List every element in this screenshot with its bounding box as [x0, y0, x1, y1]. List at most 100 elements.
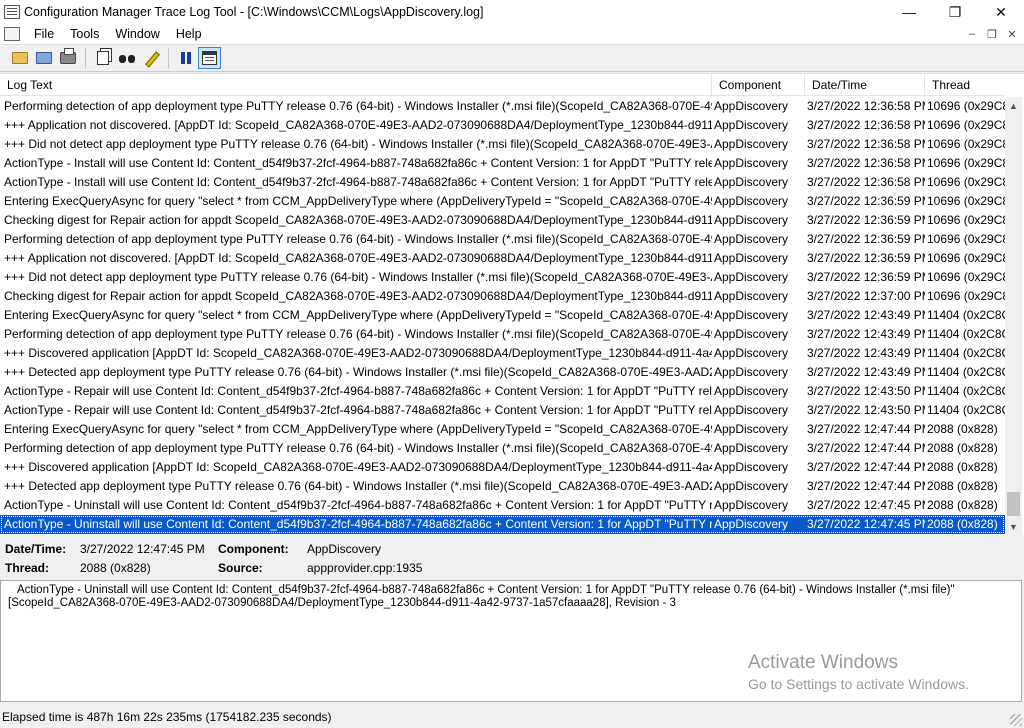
thread-cell: 10696 (0x29C8) [927, 251, 1005, 265]
open-button[interactable] [8, 47, 31, 69]
show-details-button[interactable] [198, 47, 221, 69]
log-text-cell: Entering ExecQueryAsync for query "selec… [4, 194, 712, 208]
table-row[interactable]: Entering ExecQueryAsync for query "selec… [0, 192, 1005, 211]
table-row[interactable]: ActionType - Uninstall will use Content … [0, 496, 1005, 515]
thread-label: Thread: [5, 561, 50, 575]
table-row[interactable]: Entering ExecQueryAsync for query "selec… [0, 306, 1005, 325]
log-text-cell: Checking digest for Repair action for ap… [4, 213, 712, 227]
log-rows: Performing detection of app deployment t… [0, 97, 1005, 534]
thread-cell: 10696 (0x29C8) [927, 232, 1005, 246]
source-value: appprovider.cpp:1935 [307, 561, 423, 575]
table-row[interactable]: Performing detection of app deployment t… [0, 439, 1005, 458]
menu-file[interactable]: File [26, 24, 62, 44]
thread-cell: 2088 (0x828) [927, 517, 998, 531]
print-button[interactable] [56, 47, 79, 69]
table-row[interactable]: +++ Discovered application [AppDT Id: Sc… [0, 458, 1005, 477]
table-row[interactable]: Checking digest for Repair action for ap… [0, 211, 1005, 230]
scroll-up-icon[interactable]: ▲ [1005, 97, 1022, 114]
datetime-cell: 3/27/2022 12:43:49 PM [807, 308, 925, 322]
menu-tools[interactable]: Tools [62, 24, 107, 44]
log-text-cell: ActionType - Install will use Content Id… [4, 175, 712, 189]
table-row[interactable]: +++ Did not detect app deployment type P… [0, 268, 1005, 287]
log-text-cell: ActionType - Repair will use Content Id:… [4, 384, 712, 398]
vertical-scrollbar[interactable]: ▲ ▼ [1005, 97, 1022, 535]
table-row[interactable]: +++ Discovered application [AppDT Id: Sc… [0, 344, 1005, 363]
column-header-log-text[interactable]: Log Text [0, 74, 712, 96]
log-text-cell: Checking digest for Repair action for ap… [4, 289, 712, 303]
datetime-cell: 3/27/2022 12:47:44 PM [807, 422, 925, 436]
log-text-cell: +++ Did not detect app deployment type P… [4, 270, 712, 284]
find-button[interactable] [115, 47, 138, 69]
table-row[interactable]: ActionType - Install will use Content Id… [0, 154, 1005, 173]
window-title: Configuration Manager Trace Log Tool - [… [24, 5, 484, 19]
table-row[interactable]: ActionType - Install will use Content Id… [0, 173, 1005, 192]
app-icon[interactable] [4, 5, 20, 19]
table-row[interactable]: +++ Detected app deployment type PuTTY r… [0, 363, 1005, 382]
table-row[interactable]: +++ Detected app deployment type PuTTY r… [0, 477, 1005, 496]
datetime-cell: 3/27/2022 12:47:44 PM [807, 460, 925, 474]
component-cell: AppDiscovery [714, 308, 789, 322]
table-row[interactable]: ActionType - Repair will use Content Id:… [0, 401, 1005, 420]
table-row[interactable]: Performing detection of app deployment t… [0, 97, 1005, 116]
log-text-cell: Entering ExecQueryAsync for query "selec… [4, 308, 712, 322]
datetime-value: 3/27/2022 12:47:45 PM [80, 542, 205, 556]
pause-button[interactable] [174, 47, 197, 69]
resize-grip-icon[interactable] [1010, 714, 1022, 726]
log-text-cell: +++ Discovered application [AppDT Id: Sc… [4, 460, 712, 474]
table-row[interactable]: Checking digest for Repair action for ap… [0, 287, 1005, 306]
datetime-cell: 3/27/2022 12:47:45 PM [807, 498, 925, 512]
table-row[interactable]: Performing detection of app deployment t… [0, 230, 1005, 249]
table-row[interactable]: +++ Application not discovered. [AppDT I… [0, 249, 1005, 268]
scroll-down-icon[interactable]: ▼ [1005, 518, 1022, 535]
thread-cell: 10696 (0x29C8) [927, 175, 1005, 189]
menu-window[interactable]: Window [107, 24, 167, 44]
component-cell: AppDiscovery [714, 403, 789, 417]
minimize-button[interactable]: — [886, 0, 932, 24]
child-minimize-button[interactable]: – [962, 24, 982, 44]
watermark-title: Activate Windows [748, 652, 898, 673]
table-row[interactable]: ActionType - Repair will use Content Id:… [0, 382, 1005, 401]
table-row[interactable]: Entering ExecQueryAsync for query "selec… [0, 420, 1005, 439]
thread-cell: 10696 (0x29C8) [927, 213, 1005, 227]
close-button[interactable]: ✕ [978, 0, 1024, 24]
child-window-icon[interactable] [4, 27, 20, 41]
log-text-cell: Entering ExecQueryAsync for query "selec… [4, 422, 712, 436]
log-text-cell: ActionType - Uninstall will use Content … [4, 517, 712, 531]
toolbar-separator [168, 48, 169, 68]
table-row[interactable]: +++ Did not detect app deployment type P… [0, 135, 1005, 154]
child-restore-button[interactable]: ❐ [982, 24, 1002, 44]
component-cell: AppDiscovery [714, 441, 789, 455]
column-header-datetime[interactable]: Date/Time [805, 74, 925, 96]
open-log-button[interactable] [32, 47, 55, 69]
log-grid: Log Text Component Date/Time Thread Perf… [0, 73, 1024, 535]
scroll-thumb[interactable] [1007, 492, 1020, 516]
component-cell: AppDiscovery [714, 498, 789, 512]
child-close-button[interactable]: ✕ [1002, 24, 1022, 44]
copy-button[interactable] [91, 47, 114, 69]
component-cell: AppDiscovery [714, 99, 789, 113]
table-row[interactable]: Performing detection of app deployment t… [0, 325, 1005, 344]
thread-cell: 10696 (0x29C8) [927, 289, 1005, 303]
message-line-1: ActionType - Uninstall will use Content … [17, 584, 955, 596]
highlight-button[interactable] [139, 47, 162, 69]
thread-cell: 10696 (0x29C8) [927, 118, 1005, 132]
component-value: AppDiscovery [307, 542, 382, 556]
thread-cell: 11404 (0x2C8C) [927, 346, 1005, 360]
datetime-cell: 3/27/2022 12:36:58 PM [807, 156, 925, 170]
menu-help[interactable]: Help [168, 24, 210, 44]
thread-value: 2088 (0x828) [80, 561, 151, 575]
table-row[interactable]: ActionType - Uninstall will use Content … [0, 515, 1005, 534]
column-header-thread[interactable]: Thread [925, 74, 1005, 96]
window-controls: — ❐ ✕ [886, 0, 1024, 24]
maximize-button[interactable]: ❐ [932, 0, 978, 24]
thread-cell: 2088 (0x828) [927, 460, 998, 474]
elapsed-time-text: Elapsed time is 487h 16m 22s 235ms (1754… [2, 710, 332, 724]
log-text-cell: +++ Application not discovered. [AppDT I… [4, 118, 712, 132]
table-row[interactable]: +++ Application not discovered. [AppDT I… [0, 116, 1005, 135]
watermark-subtitle: Go to Settings to activate Windows. [748, 676, 969, 692]
column-header-component[interactable]: Component [712, 74, 805, 96]
highlight-icon [144, 51, 158, 65]
open-log-icon [35, 52, 52, 64]
component-cell: AppDiscovery [714, 156, 789, 170]
details-panel: Date/Time: 3/27/2022 12:47:45 PM Compone… [0, 536, 1024, 580]
